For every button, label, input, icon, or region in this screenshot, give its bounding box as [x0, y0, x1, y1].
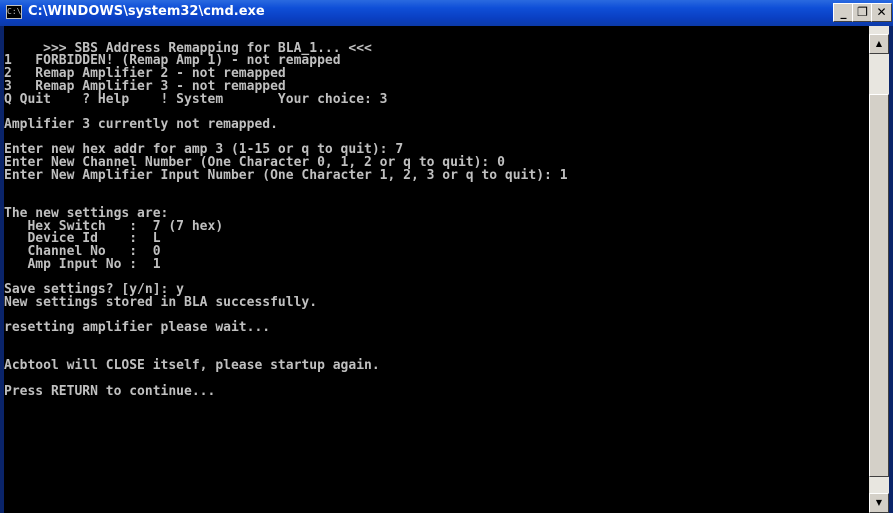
console-line: Amp Input No : 1	[4, 256, 161, 272]
scroll-down-arrow-icon[interactable]: ▼	[869, 493, 889, 513]
minimize-button[interactable]: _	[833, 3, 854, 22]
console-line: Q Quit ? Help ! System Your choice: 3	[4, 91, 388, 107]
vertical-scrollbar[interactable]: ▲ ▼	[869, 26, 889, 513]
console-line: resetting amplifier please wait...	[4, 320, 271, 336]
window-frame-right	[889, 26, 893, 513]
close-button[interactable]: ✕	[871, 3, 892, 22]
maximize-button[interactable]: ❐	[852, 3, 873, 22]
cmd-window: C:\ C:\WINDOWS\system32\cmd.exe _ ❐ ✕ >>…	[0, 0, 893, 513]
scroll-up-arrow-icon[interactable]: ▲	[869, 34, 889, 54]
console-output[interactable]: >>> SBS Address Remapping for BLA_1... <…	[4, 26, 869, 513]
console-line: Acbtool will CLOSE itself, please startu…	[4, 358, 380, 374]
console-line: New settings stored in BLA successfully.	[4, 294, 318, 310]
scrollbar-thumb[interactable]	[869, 94, 889, 477]
console-line: Press RETURN to continue...	[4, 383, 216, 399]
window-title: C:\WINDOWS\system32\cmd.exe	[28, 4, 265, 19]
cmd-icon[interactable]: C:\	[6, 5, 22, 19]
console-line: Enter New Amplifier Input Number (One Ch…	[4, 167, 568, 183]
console-line: Amplifier 3 currently not remapped.	[4, 116, 278, 132]
console-text: >>> SBS Address Remapping for BLA_1... <…	[4, 26, 869, 398]
title-bar[interactable]: C:\ C:\WINDOWS\system32\cmd.exe _ ❐ ✕	[0, 0, 893, 26]
